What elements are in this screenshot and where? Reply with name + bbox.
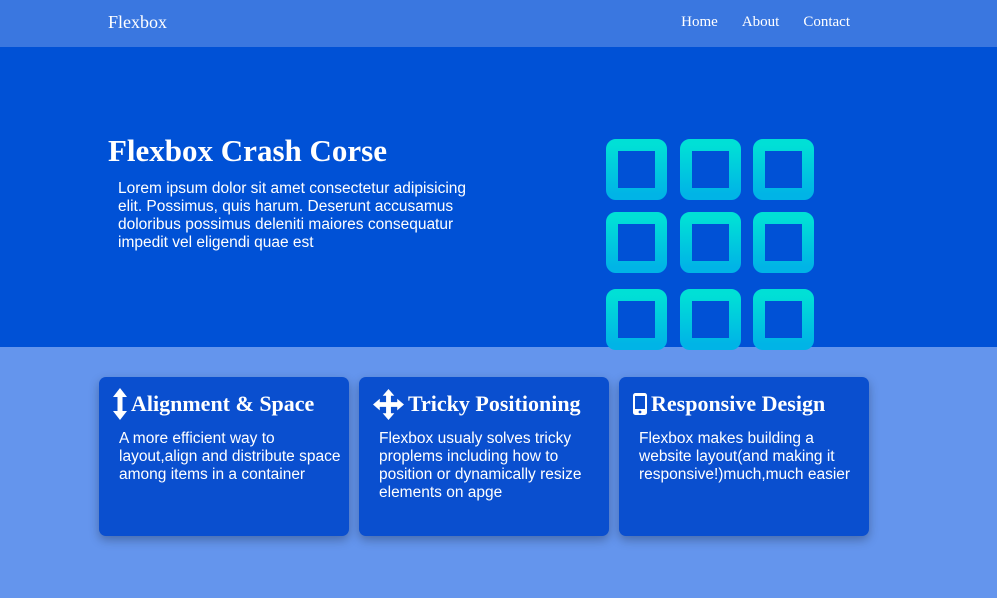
arrows-move-icon: [373, 388, 404, 420]
hero-title: Flexbox Crash Corse: [108, 133, 387, 168]
hero-section: Flexbox Crash Corse Lorem ipsum dolor si…: [0, 47, 997, 350]
navbar: Flexbox Home About Contact: [0, 0, 997, 47]
features-row: Alignment & Space A more efficient way t…: [99, 377, 869, 536]
nav-link-home[interactable]: Home: [681, 13, 718, 31]
nav-link-about[interactable]: About: [742, 13, 780, 31]
arrows-vertical-icon: [113, 388, 127, 420]
hero-text: Lorem ipsum dolor sit amet consectetur a…: [118, 180, 467, 251]
card-text: A more efficient way to layout,align and…: [119, 430, 341, 483]
card-title: Tricky Positioning: [408, 391, 581, 416]
brand-logo-text[interactable]: Flexbox: [108, 12, 167, 32]
nav-links: Home About Contact: [681, 13, 850, 31]
card-text: Flexbox makes building a website layout(…: [639, 430, 851, 483]
feature-card-alignment: Alignment & Space A more efficient way t…: [99, 377, 349, 536]
card-header: Alignment & Space: [113, 384, 335, 424]
card-text: Flexbox usualy solves tricky proplems in…: [379, 430, 582, 501]
feature-card-positioning: Tricky Positioning Flexbox usualy solves…: [359, 377, 609, 536]
feature-card-responsive: Responsive Design Flexbox makes building…: [619, 377, 869, 536]
card-title: Alignment & Space: [131, 391, 315, 416]
grid-icon: [606, 139, 814, 350]
nav-link-contact[interactable]: Contact: [803, 13, 850, 31]
card-title: Responsive Design: [651, 391, 826, 416]
card-header: Responsive Design: [633, 384, 855, 424]
card-header: Tricky Positioning: [373, 384, 595, 424]
mobile-icon: [633, 393, 647, 415]
